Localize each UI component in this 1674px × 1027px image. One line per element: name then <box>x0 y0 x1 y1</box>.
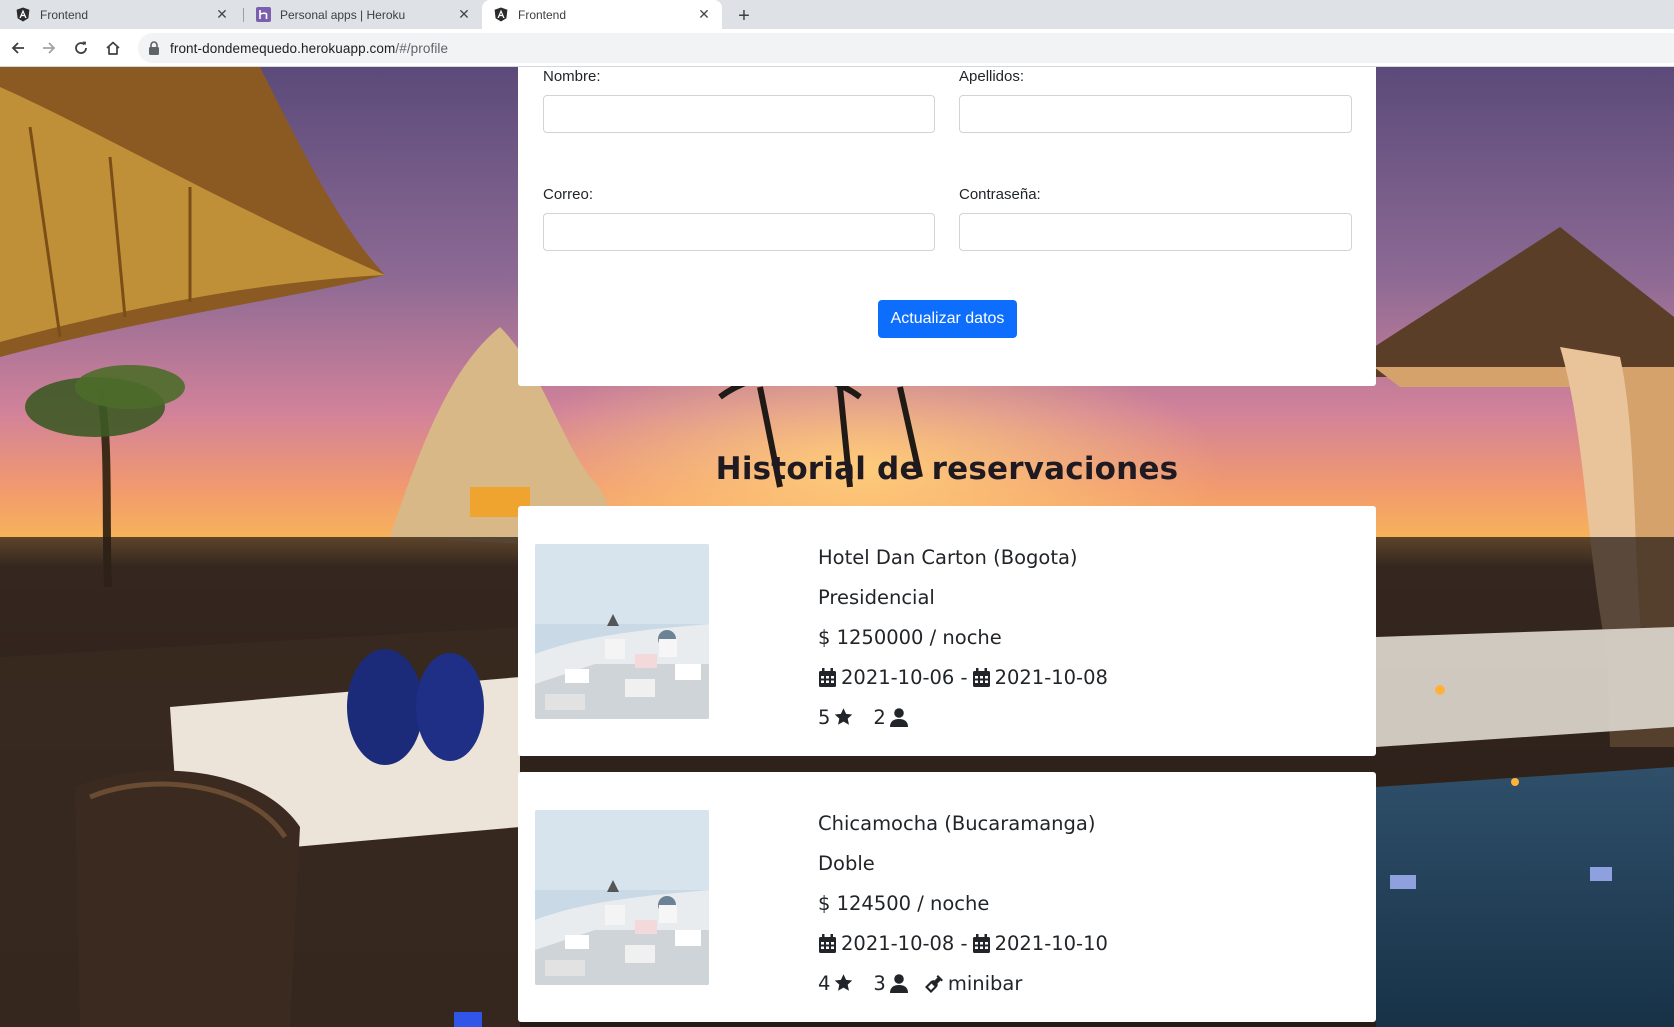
user-icon <box>890 707 909 727</box>
star-icon <box>834 708 853 727</box>
history-title: Historial de reservaciones <box>715 451 1179 487</box>
contrasena-label: Contraseña: <box>959 186 1041 203</box>
reservation-dates: 2021-10-08 - 2021-10-10 <box>818 923 1108 963</box>
heroku-icon <box>255 7 271 23</box>
date-separator: - <box>960 665 968 689</box>
guest-count: 3 <box>873 971 886 995</box>
arrow-left-icon <box>11 42 24 54</box>
nombre-input[interactable] <box>543 95 935 133</box>
check-in-date: 2021-10-06 <box>841 665 955 689</box>
apellidos-input[interactable] <box>959 95 1352 133</box>
apellidos-label: Apellidos: <box>959 68 1025 85</box>
calendar-icon <box>818 933 837 953</box>
home-button[interactable] <box>101 36 125 60</box>
url-host: front-dondemequedo.herokuapp.com <box>170 40 396 56</box>
page-viewport: Nombre: Apellidos: Correo: Contraseña: A… <box>0 67 1674 1027</box>
tab-title: Frontend <box>40 7 89 22</box>
calendar-icon <box>972 667 991 687</box>
reservation-dates: 2021-10-06 - 2021-10-08 <box>818 657 1108 697</box>
browser-tab-strip: Frontend ✕ Personal apps | Heroku ✕ Fron… <box>0 0 1674 29</box>
home-icon <box>106 41 120 55</box>
check-out-date: 2021-10-08 <box>994 665 1108 689</box>
angular-icon <box>15 7 31 23</box>
check-in-date: 2021-10-08 <box>841 931 955 955</box>
reservation-card: Hotel Dan Carton (Bogota) Presidencial $… <box>518 506 1376 756</box>
reservation-meta: 5 2 <box>818 697 1108 737</box>
calendar-icon <box>972 933 991 953</box>
close-icon[interactable]: ✕ <box>695 6 713 24</box>
price-per-night: $ 124500 / noche <box>818 891 990 915</box>
forward-button[interactable] <box>37 36 61 60</box>
reservation-meta: 4 3 minibar <box>818 963 1108 1003</box>
extras: minibar <box>947 971 1023 995</box>
profile-form-card: Nombre: Apellidos: Correo: Contraseña: A… <box>518 67 1376 386</box>
room-type: Presidencial <box>818 585 935 609</box>
date-separator: - <box>960 931 968 955</box>
reload-icon <box>75 41 87 54</box>
guest-count: 2 <box>873 705 886 729</box>
check-out-date: 2021-10-10 <box>994 931 1108 955</box>
calendar-icon <box>818 667 837 687</box>
star-icon <box>834 974 853 993</box>
tab-title: Personal apps | Heroku <box>280 7 406 22</box>
url-text: front-dondemequedo.herokuapp.com/#/profi… <box>170 41 448 56</box>
lock-icon <box>148 41 162 55</box>
correo-label: Correo: <box>543 186 594 203</box>
bottle-icon <box>924 974 944 993</box>
close-icon[interactable]: ✕ <box>213 6 231 24</box>
browser-toolbar: front-dondemequedo.herokuapp.com/#/profi… <box>0 29 1674 67</box>
hotel-name: Chicamocha (Bucaramanga) <box>818 811 1096 835</box>
price-per-night: $ 1250000 / noche <box>818 625 1002 649</box>
close-icon[interactable]: ✕ <box>455 6 473 24</box>
tab-heroku[interactable]: Personal apps | Heroku ✕ <box>244 0 482 29</box>
contrasena-input[interactable] <box>959 213 1352 251</box>
reservation-details: Hotel Dan Carton (Bogota) Presidencial $… <box>818 537 1108 737</box>
new-tab-button[interactable]: + <box>732 4 756 28</box>
reload-button[interactable] <box>69 36 93 60</box>
room-type: Doble <box>818 851 875 875</box>
actualizar-datos-button[interactable]: Actualizar datos <box>878 300 1017 338</box>
tab-frontend-1[interactable]: Frontend ✕ <box>0 0 240 29</box>
tab-frontend-active[interactable]: Frontend ✕ <box>482 0 722 29</box>
hotel-name: Hotel Dan Carton (Bogota) <box>818 545 1078 569</box>
correo-input[interactable] <box>543 213 935 251</box>
star-count: 5 <box>818 705 831 729</box>
tab-title: Frontend <box>518 7 567 22</box>
reservation-card: Chicamocha (Bucaramanga) Doble $ 124500 … <box>518 772 1376 1022</box>
url-path: /#/profile <box>395 40 449 56</box>
address-bar[interactable]: front-dondemequedo.herokuapp.com/#/profi… <box>138 33 1674 63</box>
reservation-details: Chicamocha (Bucaramanga) Doble $ 124500 … <box>818 803 1108 1003</box>
arrow-right-icon <box>43 42 56 54</box>
hotel-thumbnail <box>535 544 709 719</box>
star-count: 4 <box>818 971 831 995</box>
user-icon <box>890 973 909 993</box>
hotel-thumbnail <box>535 810 709 985</box>
angular-icon <box>493 7 509 23</box>
nombre-label: Nombre: <box>543 68 601 85</box>
back-button[interactable] <box>6 36 30 60</box>
